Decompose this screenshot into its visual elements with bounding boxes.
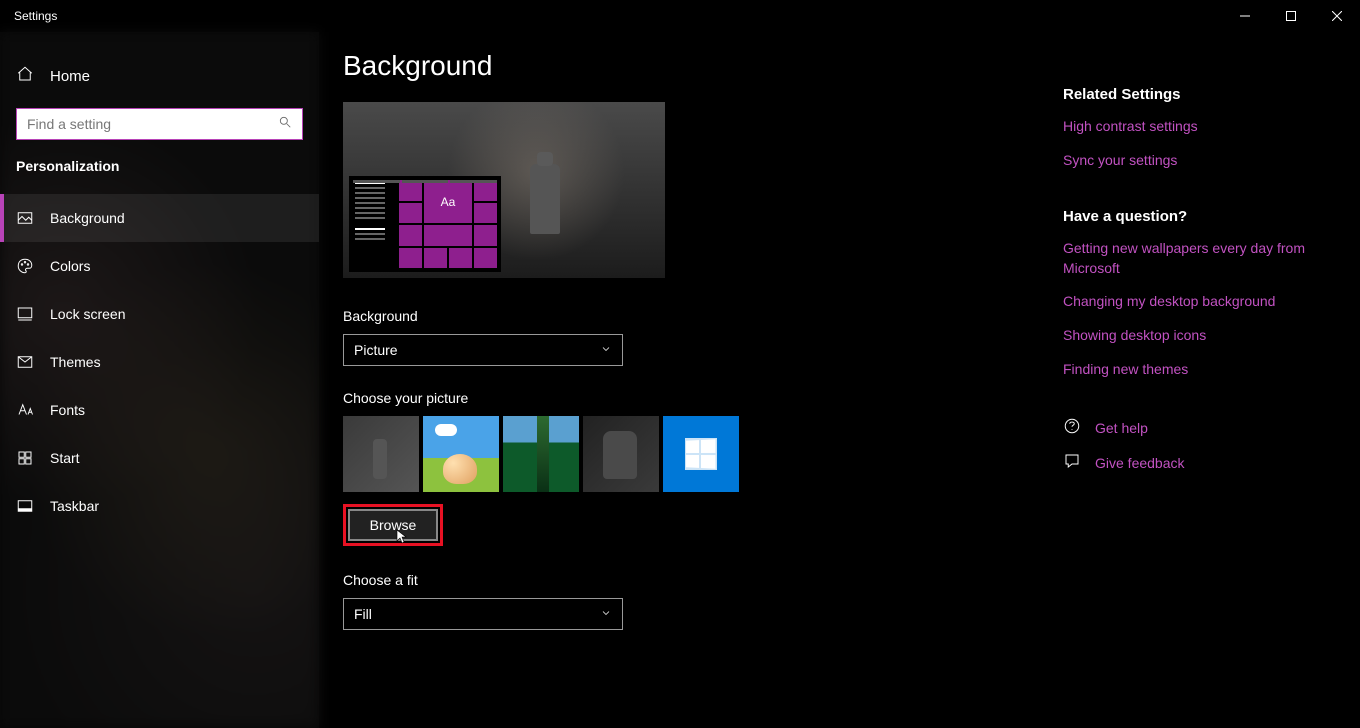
- taskbar-icon: [16, 497, 34, 515]
- background-dropdown-value: Picture: [354, 342, 398, 358]
- cursor-icon: [396, 529, 408, 545]
- preview-sample-text: Aa: [424, 180, 472, 223]
- search-icon: [278, 115, 292, 134]
- sidebar-item-background[interactable]: Background: [0, 194, 319, 242]
- picture-thumb-3[interactable]: [503, 416, 579, 492]
- fit-label: Choose a fit: [343, 572, 1063, 588]
- sidebar-item-label: Background: [50, 210, 125, 226]
- fit-dropdown[interactable]: Fill: [343, 598, 623, 630]
- right-panel: Related Settings High contrast settings …: [1063, 50, 1343, 728]
- give-feedback-label: Give feedback: [1095, 455, 1185, 471]
- chevron-down-icon: [600, 606, 612, 622]
- picture-thumb-1[interactable]: [343, 416, 419, 492]
- picture-thumb-5[interactable]: [663, 416, 739, 492]
- window-title: Settings: [14, 9, 57, 23]
- fonts-icon: [16, 401, 34, 419]
- desktop-preview: Aa: [343, 102, 665, 278]
- palette-icon: [16, 257, 34, 275]
- related-settings-heading: Related Settings: [1063, 86, 1343, 103]
- lockscreen-icon: [16, 305, 34, 323]
- sidebar-item-label: Themes: [50, 354, 101, 370]
- link-desktop-icons[interactable]: Showing desktop icons: [1063, 326, 1343, 346]
- sidebar-home[interactable]: Home: [0, 56, 319, 96]
- question-heading: Have a question?: [1063, 208, 1343, 225]
- close-button[interactable]: [1314, 0, 1360, 32]
- sidebar-item-label: Taskbar: [50, 498, 99, 514]
- link-new-themes[interactable]: Finding new themes: [1063, 360, 1343, 380]
- page-title: Background: [343, 50, 1063, 82]
- search-input[interactable]: [27, 116, 278, 132]
- browse-highlight: Browse: [343, 504, 443, 546]
- picture-thumb-2[interactable]: [423, 416, 499, 492]
- minimize-button[interactable]: [1222, 0, 1268, 32]
- sidebar-item-taskbar[interactable]: Taskbar: [0, 482, 319, 530]
- sidebar-item-label: Fonts: [50, 402, 85, 418]
- choose-picture-label: Choose your picture: [343, 390, 1063, 406]
- sidebar-item-lockscreen[interactable]: Lock screen: [0, 290, 319, 338]
- window-buttons: [1222, 0, 1360, 32]
- home-icon: [16, 65, 34, 87]
- fit-dropdown-value: Fill: [354, 606, 372, 622]
- search-input-wrapper[interactable]: [16, 108, 303, 140]
- chevron-down-icon: [600, 342, 612, 358]
- sidebar-item-fonts[interactable]: Fonts: [0, 386, 319, 434]
- sidebar-item-themes[interactable]: Themes: [0, 338, 319, 386]
- sidebar-home-label: Home: [50, 68, 90, 85]
- browse-button[interactable]: Browse: [348, 509, 438, 541]
- get-help-link[interactable]: Get help: [1063, 417, 1343, 438]
- start-icon: [16, 449, 34, 467]
- sidebar-item-start[interactable]: Start: [0, 434, 319, 482]
- sidebar-item-label: Colors: [50, 258, 90, 274]
- give-feedback-link[interactable]: Give feedback: [1063, 452, 1343, 473]
- sidebar-section-label: Personalization: [0, 158, 319, 174]
- picture-icon: [16, 209, 34, 227]
- sidebar: Home Personalization Background Colors L…: [0, 32, 319, 728]
- sidebar-item-label: Lock screen: [50, 306, 125, 322]
- link-wallpapers[interactable]: Getting new wallpapers every day from Mi…: [1063, 239, 1343, 278]
- link-sync-settings[interactable]: Sync your settings: [1063, 151, 1343, 171]
- browse-button-label: Browse: [370, 517, 417, 533]
- link-change-bg[interactable]: Changing my desktop background: [1063, 292, 1343, 312]
- link-high-contrast[interactable]: High contrast settings: [1063, 117, 1343, 137]
- sidebar-nav: Background Colors Lock screen Themes Fon…: [0, 194, 319, 530]
- background-dropdown[interactable]: Picture: [343, 334, 623, 366]
- background-label: Background: [343, 308, 1063, 324]
- maximize-button[interactable]: [1268, 0, 1314, 32]
- picture-thumbnails: [343, 416, 1063, 492]
- themes-icon: [16, 353, 34, 371]
- get-help-label: Get help: [1095, 420, 1148, 436]
- feedback-icon: [1063, 452, 1081, 473]
- sidebar-item-label: Start: [50, 450, 80, 466]
- picture-thumb-4[interactable]: [583, 416, 659, 492]
- help-icon: [1063, 417, 1081, 438]
- titlebar: Settings: [0, 0, 1360, 32]
- main-content: Background Aa: [319, 32, 1360, 728]
- sidebar-item-colors[interactable]: Colors: [0, 242, 319, 290]
